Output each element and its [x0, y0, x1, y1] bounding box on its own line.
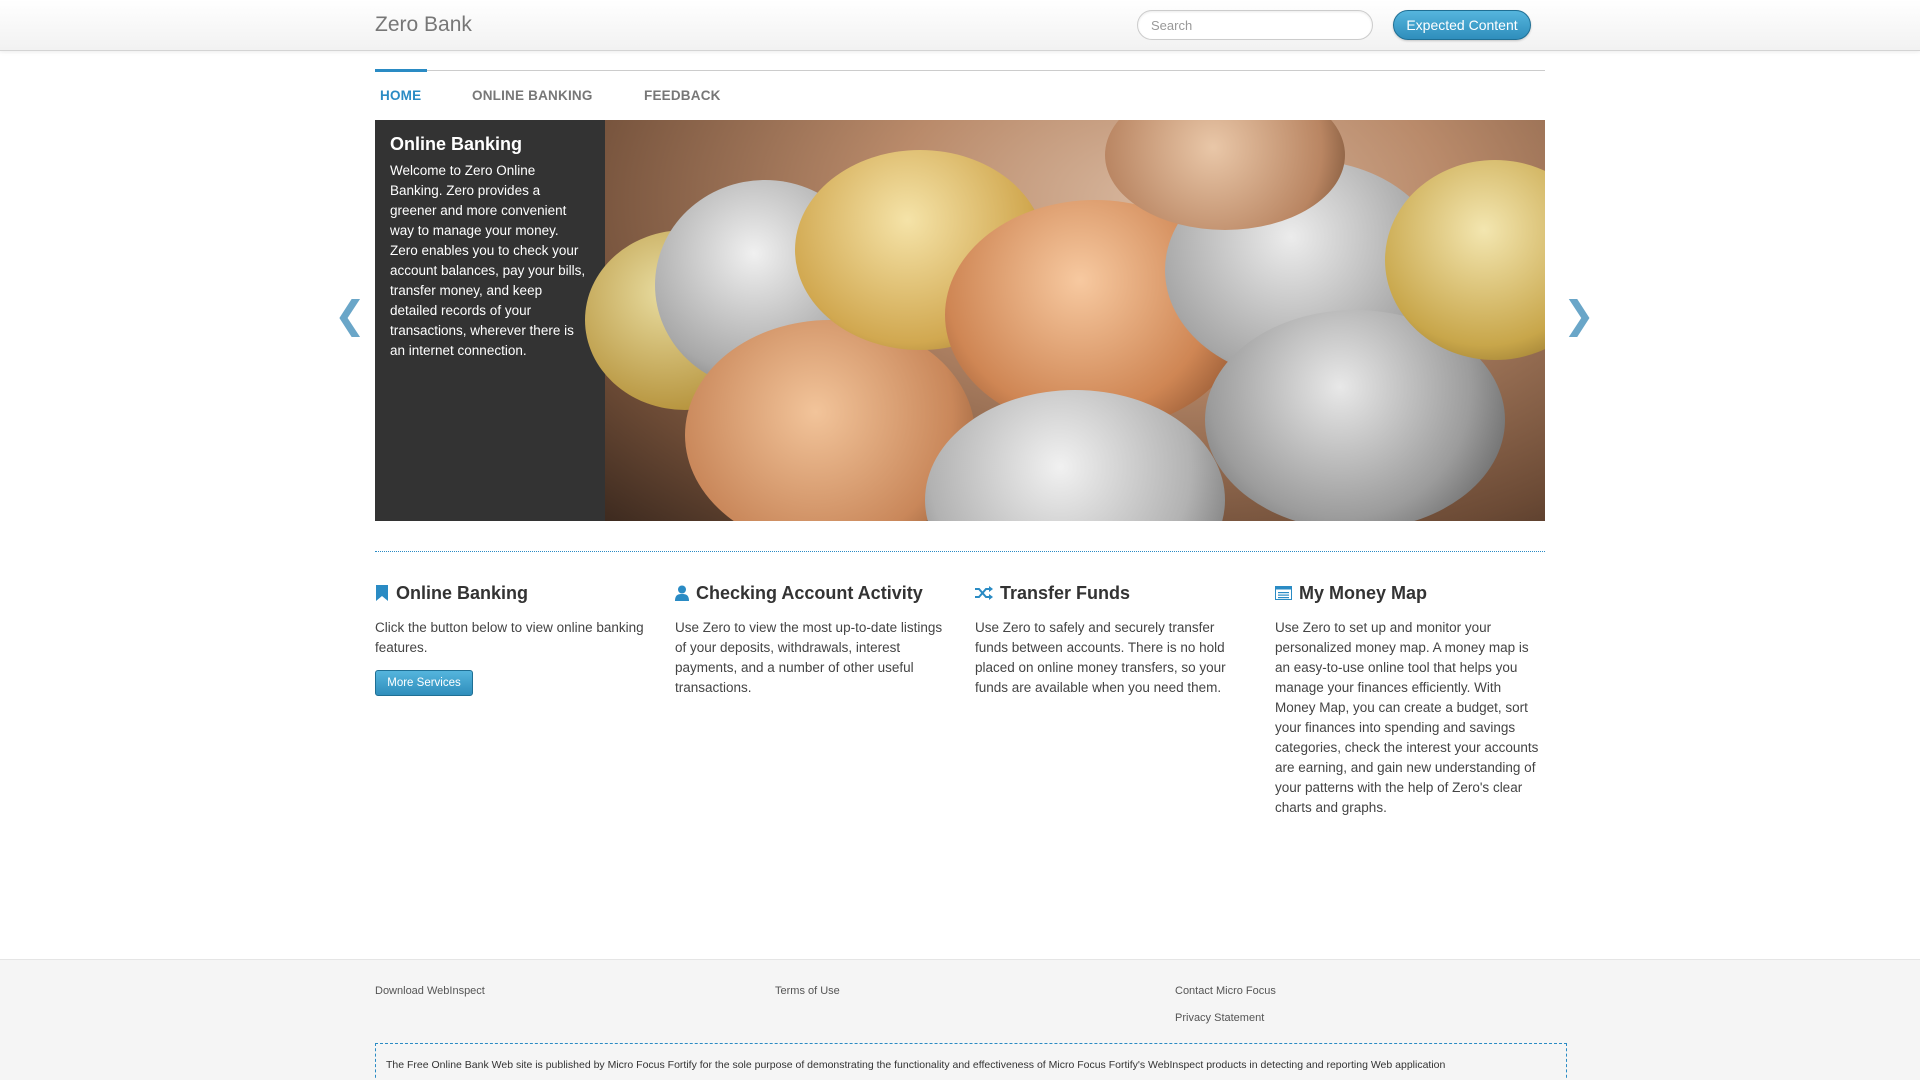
carousel-prev-icon[interactable]: ❮ [334, 296, 366, 334]
feature-body: Use Zero to view the most up-to-date lis… [675, 620, 943, 695]
feature-body: Click the button below to view online ba… [375, 620, 644, 655]
footer-link-privacy[interactable]: Privacy Statement [1175, 1012, 1264, 1024]
search-input[interactable] [1137, 10, 1373, 40]
disclaimer-text: The Free Online Bank Web site is publish… [375, 1043, 1567, 1080]
top-navbar: Zero Bank Expected Content [0, 0, 1920, 51]
list-icon [1275, 586, 1292, 600]
footer-link-contact[interactable]: Contact Micro Focus [1175, 985, 1276, 997]
footer-link-download-webinspect[interactable]: Download WebInspect [375, 985, 485, 997]
carousel-caption-body: Welcome to Zero Online Banking. Zero pro… [390, 163, 586, 358]
tab-home[interactable]: HOME [380, 88, 421, 103]
brand-logo[interactable]: Zero Bank [375, 13, 472, 37]
feature-title: Transfer Funds [1000, 582, 1131, 603]
footer-link-terms[interactable]: Terms of Use [775, 985, 840, 997]
feature-money-map: My Money Map Use Zero to set up and moni… [1275, 580, 1545, 818]
carousel-caption: Online Banking Welcome to Zero Online Ba… [375, 120, 605, 521]
feature-online-banking: Online Banking Click the button below to… [375, 580, 645, 696]
shuffle-icon [975, 586, 993, 600]
feature-checking-activity: Checking Account Activity Use Zero to vi… [675, 580, 945, 698]
coins-image [585, 120, 1545, 521]
section-divider [375, 551, 1545, 552]
tab-feedback[interactable]: FEEDBACK [644, 88, 721, 103]
expected-content-button[interactable]: Expected Content [1393, 10, 1531, 40]
hero-carousel: Online Banking Welcome to Zero Online Ba… [375, 120, 1545, 521]
user-icon [675, 585, 689, 601]
active-tab-indicator [375, 69, 427, 72]
bookmark-icon [376, 585, 388, 601]
feature-body: Use Zero to safely and securely transfer… [975, 620, 1226, 695]
feature-body: Use Zero to set up and monitor your pers… [1275, 620, 1539, 815]
carousel-next-icon[interactable]: ❯ [1563, 296, 1595, 334]
feature-transfer-funds: Transfer Funds Use Zero to safely and se… [975, 580, 1245, 698]
feature-title: Checking Account Activity [696, 582, 923, 603]
tab-online-banking[interactable]: ONLINE BANKING [472, 88, 593, 103]
tabs-divider [375, 70, 1545, 71]
feature-title: My Money Map [1299, 582, 1428, 603]
feature-title: Online Banking [396, 582, 529, 603]
carousel-caption-title: Online Banking [390, 134, 523, 154]
more-services-button[interactable]: More Services [375, 670, 473, 696]
